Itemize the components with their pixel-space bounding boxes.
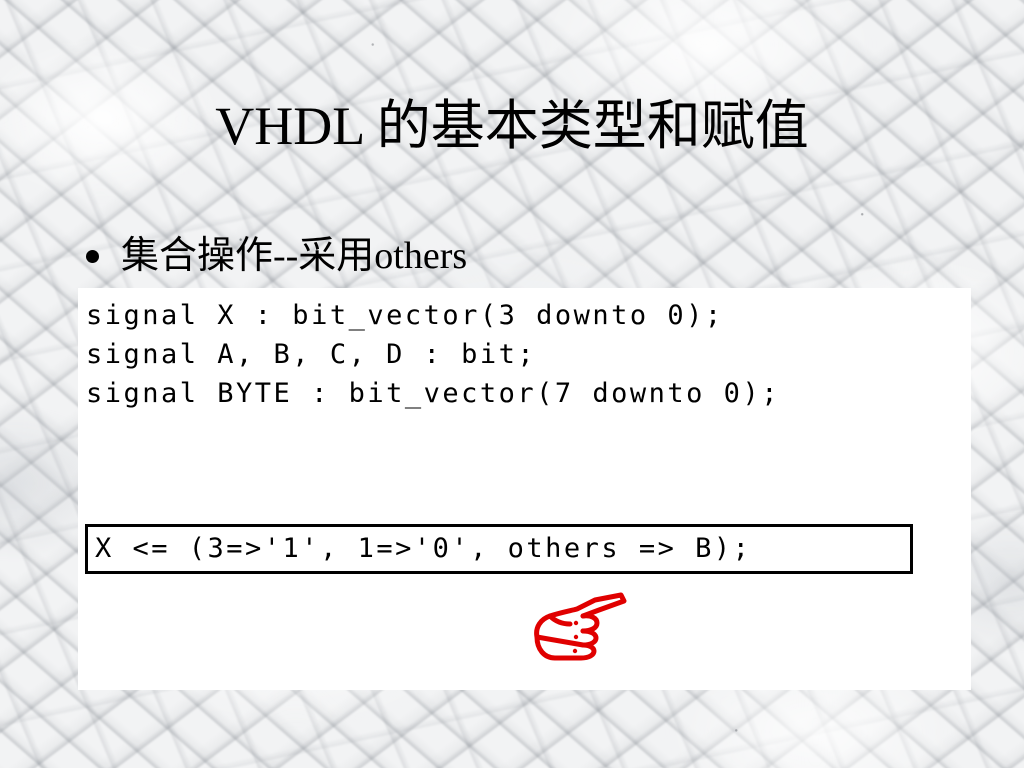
bullet-list-item: 集合操作--采用others bbox=[86, 234, 467, 278]
highlighted-code-line: X <= (3=>'1', 1=>'0', others => B); bbox=[95, 533, 752, 564]
bullet-dot-icon bbox=[86, 249, 99, 263]
code-panel: signal X : bit_vector(3 downto 0); signa… bbox=[78, 288, 971, 690]
code-line: signal BYTE : bit_vector(7 downto 0); bbox=[86, 378, 780, 409]
highlighted-statement-box: X <= (3=>'1', 1=>'0', others => B); bbox=[85, 524, 913, 574]
code-line: signal X : bit_vector(3 downto 0); bbox=[86, 300, 724, 331]
slide-title: VHDL 的基本类型和赋值 bbox=[215, 96, 809, 156]
bullet-item-label: 集合操作--采用others bbox=[121, 235, 468, 277]
slide-canvas: VHDL 的基本类型和赋值 集合操作--采用others signal X : … bbox=[0, 0, 1024, 768]
pointing-hand-icon bbox=[521, 591, 631, 669]
code-block: signal X : bit_vector(3 downto 0); signa… bbox=[86, 296, 971, 413]
code-line: signal A, B, C, D : bit; bbox=[86, 339, 537, 370]
